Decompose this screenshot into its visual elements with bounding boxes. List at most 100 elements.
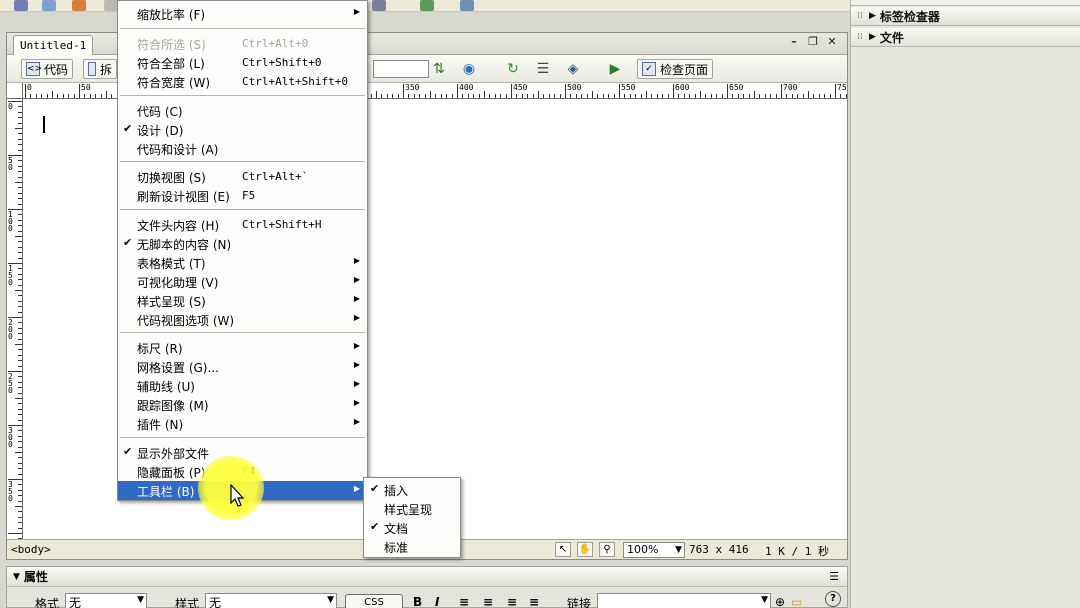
minimize-icon[interactable]: – [787,35,801,49]
menu-item[interactable]: 代码和设计 (A) [118,139,367,158]
insert-icon[interactable] [14,0,28,11]
align-justify-icon[interactable]: ≡ [529,595,539,608]
menu-item[interactable]: 代码 (C) [118,101,367,120]
window-size[interactable]: 763 x 416 [689,543,749,556]
menu-item-label: 符合所选 (S) [137,38,206,52]
menu-item[interactable]: 样式呈现 (S) ▶ [118,291,367,310]
ruler-tick [18,322,22,324]
assets-icon[interactable] [460,0,474,11]
grip-icon[interactable]: ⁞⁞ [857,11,865,21]
layout-icon[interactable] [104,0,118,11]
point-to-file-icon[interactable]: ⊕ [775,595,785,608]
properties-panel-header[interactable]: ▼ 属性 ☰ [7,567,847,587]
view-options-icon[interactable]: ☰ [533,60,553,78]
menu-item[interactable]: 缩放比率 (F) ▶ [118,4,367,23]
checkmark-icon: ✔ [370,520,380,533]
zoom-value: 100% [627,543,659,556]
menu-item[interactable]: 切换视图 (S) Ctrl+Alt+` [118,167,367,186]
title-input[interactable] [373,60,429,78]
ruler-tick [748,94,750,98]
split-view-button[interactable]: 拆 [83,59,117,79]
menu-item[interactable]: 跟踪图像 (M) ▶ [118,395,367,414]
link-input[interactable]: ▼ [597,593,771,608]
menu-item[interactable]: 网格设置 (G)... ▶ [118,357,367,376]
ruler-label: 0 [27,83,32,92]
menu-item[interactable]: 标尺 (R) ▶ [118,338,367,357]
submenu-item[interactable]: 标准 [364,537,460,556]
ruler-tick [18,392,22,394]
ruler-tick [111,94,113,98]
close-icon[interactable]: ✕ [825,35,839,49]
ruler-label: 100 [8,210,13,233]
ruler-tick [15,182,22,183]
tag-selector[interactable]: <body> [11,543,51,556]
ruler-label: 450 [513,83,528,92]
italic-button[interactable]: I [435,595,439,608]
favorites-icon[interactable] [420,0,434,11]
ruler-tick [775,94,777,98]
ruler-tick [597,94,599,98]
file-management-icon[interactable]: ⇅ [429,60,449,78]
submenu-item[interactable]: ✔ 文档 [364,518,460,537]
refresh-icon[interactable]: ↻ [503,60,523,78]
options-menu-icon[interactable]: ☰ [829,570,839,583]
ruler-tick [18,516,22,518]
ruler-tick [808,91,809,98]
align-center-icon[interactable]: ≡ [483,595,493,608]
ruler-origin[interactable] [7,83,23,99]
align-right-icon[interactable]: ≡ [507,595,517,608]
menu-item[interactable]: 符合全部 (L) Ctrl+Shift+0 [118,53,367,72]
css-button[interactable]: CSS [345,594,403,608]
hand-tool-icon[interactable]: ✋ [577,542,593,557]
menu-item-shortcut: Ctrl+Alt+Shift+0 [242,75,348,88]
ruler-tick [18,484,22,486]
menu-item-label: 无脚本的内容 (N) [137,238,232,252]
ruler-tick [18,495,22,497]
ruler-tick [575,94,577,98]
help-icon[interactable]: ? [825,591,841,607]
ruler-tick [18,376,22,378]
menu-item[interactable]: 辅助线 (U) ▶ [118,376,367,395]
menu-item[interactable]: ✔ 设计 (D) [118,120,367,139]
form-icon[interactable] [42,0,56,11]
browse-folder-icon[interactable]: ▭ [791,595,802,608]
align-left-icon[interactable]: ≡ [459,595,469,608]
panel-label-files: 文件 [879,30,904,45]
ruler-tick [716,94,718,98]
menu-item-label: 样式呈现 (S) [137,295,206,309]
zoom-tool-icon[interactable]: ⚲ [599,542,615,557]
select-tool-icon[interactable]: ↖ [555,542,571,557]
ruler-tick [18,160,22,162]
template-icon[interactable] [372,0,386,11]
document-tab[interactable]: Untitled-1 [13,35,93,55]
tag-inspector-panel-header[interactable]: ⁞⁞ ▶ 标签检查器 [851,7,1080,26]
style-select[interactable]: 无 ▼ [205,593,337,608]
submenu-item[interactable]: ✔ 插入 [364,480,460,499]
files-panel-header[interactable]: ⁞⁞ ▶ 文件 [851,28,1080,47]
menu-item[interactable]: 刷新设计视图 (E) F5 [118,186,367,205]
validate-markup-icon[interactable]: ▶ [605,60,625,78]
format-select[interactable]: 无 ▼ [65,593,147,608]
ruler-tick [18,198,22,200]
ruler-tick [570,94,572,98]
menu-item[interactable]: 插件 (N) ▶ [118,414,367,433]
zoom-select[interactable]: 100% ▼ [623,542,685,558]
menu-item[interactable]: 符合宽度 (W) Ctrl+Alt+Shift+0 [118,72,367,91]
restore-icon[interactable]: ❐ [806,35,820,49]
code-view-button[interactable]: <> 代码 [21,59,74,79]
grip-icon[interactable]: ⁞⁞ [857,32,865,42]
ruler-tick [57,94,59,98]
ruler-label: 700 [783,83,798,92]
submenu-item[interactable]: 样式呈现 [364,499,460,518]
preview-browser-icon[interactable]: ◉ [459,60,479,78]
media-icon[interactable] [72,0,86,11]
menu-item[interactable]: 代码视图选项 (W) ▶ [118,310,367,329]
bold-button[interactable]: B [413,595,422,608]
menu-item[interactable]: ✔ 无脚本的内容 (N) [118,234,367,253]
menu-item[interactable]: 表格模式 (T) ▶ [118,253,367,272]
menu-item[interactable]: 可视化助理 (V) ▶ [118,272,367,291]
menu-item[interactable]: 文件头内容 (H) Ctrl+Shift+H [118,215,367,234]
ruler-tick [106,91,107,98]
check-page-button[interactable]: ✓ 检查页面 [637,59,714,79]
visual-aids-icon[interactable]: ◈ [563,60,583,78]
